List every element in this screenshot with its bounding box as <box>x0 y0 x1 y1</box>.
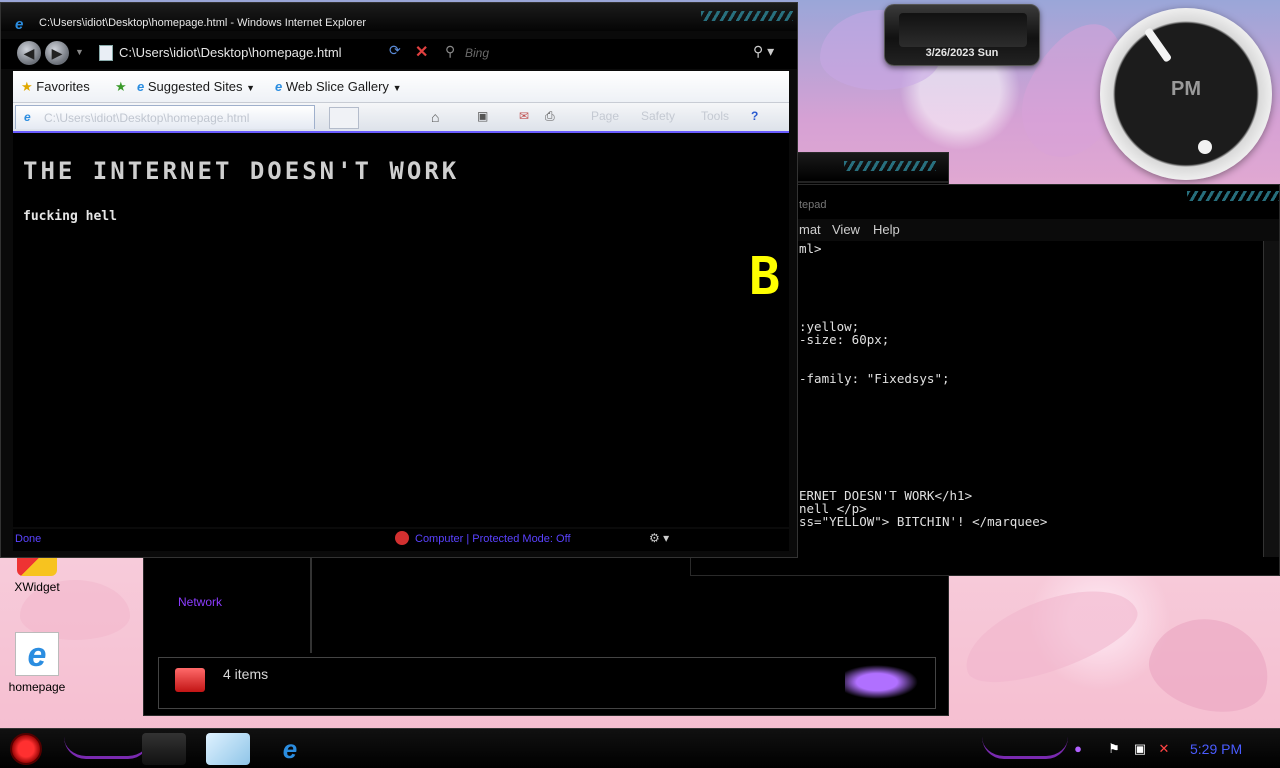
clock-hour-hand <box>1143 27 1173 63</box>
refresh-icon[interactable]: ⟳ <box>389 42 401 59</box>
desktop-icon-label: homepage <box>8 680 66 694</box>
explorer-nav-pane: Network <box>144 553 312 653</box>
web-slice-gallery-link[interactable]: e Web Slice Gallery ▼ <box>275 79 401 94</box>
desktop-icon-homepage[interactable]: e homepage <box>0 632 74 694</box>
taskbar-app-ie[interactable]: e <box>268 733 312 765</box>
feeds-icon[interactable]: ▣ <box>477 109 488 123</box>
ie-address-bar: ◀ ▶ ▼ C:\Users\idiot\Desktop\homepage.ht… <box>1 39 797 69</box>
page-content: THE INTERNET DOESN'T WORK fucking hell B <box>13 131 789 527</box>
search-go-icon[interactable]: ⚲ ▾ <box>753 43 774 60</box>
titlebar-decoration <box>1187 191 1279 201</box>
page-heading: THE INTERNET DOESN'T WORK <box>23 157 460 185</box>
favorites-label: Favorites <box>36 79 90 94</box>
desktop-icon-label: XWidget <box>14 580 60 594</box>
favorites-bar: ★ Favorites ★ e Suggested Sites ▼ e Web … <box>13 71 789 103</box>
forward-button[interactable]: ▶ <box>45 41 69 65</box>
menu-help[interactable]: Help <box>873 222 900 237</box>
page-paragraph: fucking hell <box>23 209 117 224</box>
page-menu[interactable]: Page <box>591 109 619 123</box>
taskbar-clock[interactable]: 5:29 PM <box>1190 741 1242 757</box>
folder-icon <box>175 668 205 692</box>
date-label: 3/26/2023 Sun <box>925 47 999 59</box>
clock-minute-marker <box>1198 140 1212 154</box>
chevron-down-icon: ▼ <box>246 83 256 93</box>
taskbar-swirl-decoration <box>64 737 150 759</box>
ie-mini-icon: e <box>275 79 283 94</box>
page-icon <box>99 45 113 61</box>
tools-menu[interactable]: Tools <box>701 109 729 123</box>
start-button[interactable] <box>10 733 42 765</box>
status-done: Done <box>15 533 42 545</box>
wallpaper-petal <box>1140 606 1280 724</box>
clock-gadget[interactable]: PM <box>1100 8 1272 180</box>
suggested-sites-link[interactable]: e Suggested Sites ▼ <box>137 79 255 94</box>
purple-skull-icon[interactable]: ● <box>1070 741 1086 757</box>
safety-menu[interactable]: Safety <box>641 109 675 123</box>
stop-icon[interactable]: ✕ <box>415 42 428 62</box>
notepad-title: tepad <box>799 199 827 211</box>
ie-status-bar: Done Computer | Protected Mode: Off ⚙ ▾ <box>13 529 789 551</box>
search-input[interactable]: Bing <box>465 46 489 60</box>
nav-item-network[interactable]: Network <box>178 595 222 609</box>
ie-window-title: C:\Users\idiot\Desktop\homepage.html - W… <box>39 17 367 29</box>
code-line: ml> <box>799 241 822 256</box>
search-provider-icon: ⚲ <box>445 43 456 59</box>
ie-file-icon: e <box>15 632 59 676</box>
taskbar-app-notepad[interactable] <box>206 733 250 765</box>
tab-row: e C:\Users\idiot\Desktop\homepage.html ⌂… <box>13 103 789 131</box>
taskbar-app-explorer[interactable] <box>142 733 186 765</box>
titlebar-decoration <box>701 11 793 21</box>
zoom-icon[interactable]: ⚙ ▾ <box>649 531 669 545</box>
marquee-text: B <box>749 247 781 307</box>
explorer-details-pane: 4 items <box>158 657 936 709</box>
date-gadget-screen <box>899 13 1027 47</box>
code-line: -family: "Fixedsys"; <box>799 371 950 386</box>
ie-mini-icon: e <box>137 79 145 94</box>
date-gadget[interactable]: 3/26/2023 Sun <box>884 4 1040 66</box>
address-input[interactable]: C:\Users\idiot\Desktop\homepage.html <box>119 45 342 60</box>
help-icon[interactable]: ? <box>751 109 758 123</box>
titlebar-decoration <box>844 161 936 171</box>
suggested-sites-label: Suggested Sites <box>147 79 243 94</box>
add-favorite-icon[interactable]: ★ <box>115 79 127 95</box>
favorites-button[interactable]: ★ Favorites <box>21 79 90 95</box>
star-icon: ★ <box>21 79 33 94</box>
taskbar: e ● ⚑ ▣ ✕ 5:29 PM <box>0 728 1280 768</box>
network-icon[interactable]: ▣ <box>1132 741 1148 757</box>
volume-muted-icon[interactable]: ✕ <box>1156 741 1172 757</box>
back-button[interactable]: ◀ <box>17 41 41 65</box>
tab-title: C:\Users\idiot\Desktop\homepage.html <box>44 111 250 125</box>
flag-icon[interactable]: ⚑ <box>1106 741 1122 757</box>
wallpaper-petal <box>953 571 1147 699</box>
ie-logo-icon: e <box>15 16 24 33</box>
code-line: ss="YELLOW"> BITCHIN'! </marquee> <box>799 514 1048 529</box>
clock-ampm: PM <box>1171 78 1201 100</box>
menu-view[interactable]: View <box>832 222 860 237</box>
home-icon[interactable]: ⌂ <box>431 109 439 125</box>
print-icon[interactable]: ⎙ <box>545 109 555 124</box>
history-dropdown-icon[interactable]: ▼ <box>75 47 84 57</box>
code-line: -size: 60px; <box>799 332 890 347</box>
item-count: 4 items <box>223 666 269 682</box>
ie-titlebar[interactable]: e C:\Users\idiot\Desktop\homepage.html -… <box>1 3 797 33</box>
chevron-down-icon: ▼ <box>392 83 402 93</box>
new-tab-button[interactable] <box>329 107 359 129</box>
tab-homepage[interactable]: e C:\Users\idiot\Desktop\homepage.html <box>15 105 315 129</box>
read-mail-icon[interactable]: ✉ <box>519 109 529 123</box>
taskbar-swirl-decoration <box>982 737 1068 759</box>
ie-tab-icon: e <box>24 110 31 124</box>
menu-format[interactable]: mat <box>799 222 821 237</box>
notepad-scrollbar[interactable] <box>1263 241 1279 557</box>
butterfly-decoration <box>845 662 925 702</box>
web-slice-label: Web Slice Gallery <box>285 79 389 94</box>
security-zone-icon <box>395 531 409 545</box>
ie-window[interactable]: e C:\Users\idiot\Desktop\homepage.html -… <box>0 2 798 558</box>
status-zone[interactable]: Computer | Protected Mode: Off <box>415 533 571 545</box>
